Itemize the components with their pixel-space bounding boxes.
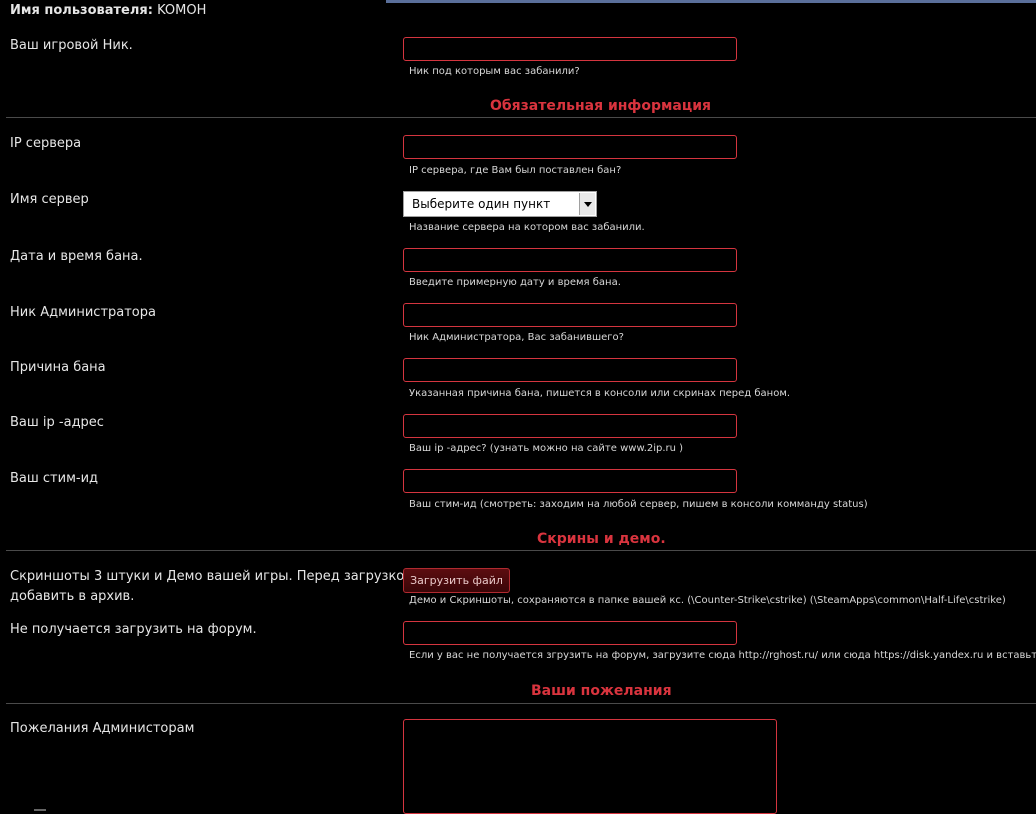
ban-datetime-hint: Введите примерную дату и время бана. [409,277,621,288]
window-top-bar [386,0,1036,3]
steam-id-label: Ваш стим-ид [10,471,99,486]
corner-mark [34,809,46,811]
screens-label-line1: Скриншоты 3 штуки и Демо вашей игры. Пер… [10,569,413,584]
admin-nick-input[interactable] [403,303,737,327]
forum-upload-hint: Если у вас не получается згрузить на фор… [409,650,1036,661]
chevron-down-icon[interactable] [579,193,595,215]
your-ip-hint: Ваш ip -адрес? (узнать можно на сайте ww… [409,443,684,454]
admin-nick-label: Ник Администратора [10,305,156,320]
steam-id-input[interactable] [403,469,737,493]
server-ip-input[interactable] [403,135,737,159]
upload-file-button[interactable]: Загрузить файл [403,568,510,593]
ban-datetime-label: Дата и время бана. [10,249,143,264]
section-required-title: Обязательная информация [490,98,712,114]
screens-label: Скриншоты 3 штуки и Демо вашей игры. Пер… [10,567,413,607]
screens-hint: Демо и Скриншоты, сохраняются в папке ва… [409,595,1006,606]
ban-reason-hint: Указанная причина бана, пишется в консол… [409,388,791,399]
wishes-label: Пожелания Администорам [10,721,195,736]
server-name-label: Имя сервер [10,192,89,207]
nick-hint: Ник под которым вас забанили? [409,66,580,77]
server-ip-hint: IP сервера, где Вам был поставлен бан? [409,165,622,176]
nick-input[interactable] [403,37,737,61]
nick-label: Ваш игровой Ник. [10,38,133,53]
forum-upload-label: Не получается загрузить на форум. [10,622,257,637]
screens-label-line2: добавить в архив. [10,589,135,604]
section-divider [6,117,1036,118]
forum-upload-input[interactable] [403,621,737,645]
admin-nick-hint: Ник Администратора, Вас забанившего? [409,332,624,343]
server-name-hint: Название сервера на котором вас забанили… [409,222,645,233]
steam-id-hint: Ваш стим-ид (смотреть: заходим на любой … [409,499,868,510]
section-wishes-title: Ваши пожелания [531,683,672,699]
ban-reason-input[interactable] [403,358,737,382]
username-label: Имя пользователя: [10,3,153,18]
section-divider [6,703,1036,704]
ban-datetime-input[interactable] [403,248,737,272]
your-ip-input[interactable] [403,414,737,438]
section-screens-title: Скрины и демо. [537,531,666,547]
section-divider [6,550,1036,551]
your-ip-label: Ваш ip -адрес [10,415,104,430]
server-name-selected: Выберите один пункт [412,197,551,211]
server-name-select[interactable]: Выберите один пункт [403,191,597,217]
username-value: KOMOH [157,3,207,18]
server-ip-label: IP сервера [10,136,82,151]
username-line: Имя пользователя: KOMOH [10,3,206,18]
wishes-textarea[interactable] [403,719,777,814]
ban-reason-label: Причина бана [10,360,106,375]
